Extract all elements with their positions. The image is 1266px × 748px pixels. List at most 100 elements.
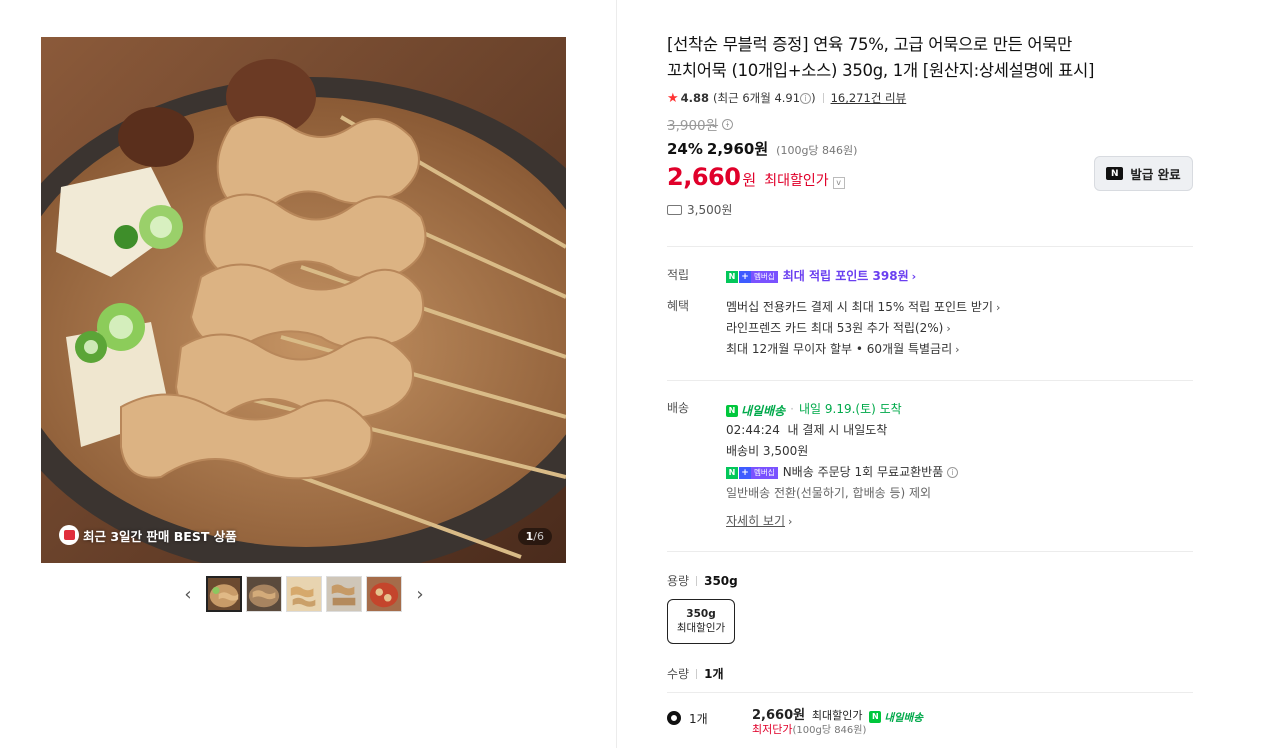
recent-rating-close: ): [811, 91, 816, 105]
column-divider: [616, 0, 617, 748]
naver-plus-membership-badge: N + 멤버십: [726, 466, 778, 479]
membership-badge-text: 멤버십: [751, 270, 778, 283]
naver-logo-icon: N: [1106, 167, 1124, 180]
price-info-icon[interactable]: i: [722, 118, 734, 130]
thumbnail-4[interactable]: [326, 576, 362, 612]
chevron-right-icon: ›: [788, 515, 793, 528]
lowest-unit-label: 최저단가: [752, 723, 793, 736]
perk-item[interactable]: 최대 12개월 무이자 할부 • 60개월 특별금리 ›: [726, 339, 1193, 360]
info-icon[interactable]: i: [947, 467, 959, 478]
capacity-row: 용량 350g: [667, 572, 1193, 589]
rating-row: ★ 4.88 (최근 6개월 4.91 i) 16,271건 리뷰: [667, 90, 1193, 106]
option-box-label: 최대할인가: [676, 622, 726, 634]
thumbnail-3[interactable]: [286, 576, 322, 612]
tomorrow-delivery-text: 내일배송: [741, 403, 786, 418]
rating-value: 4.88: [680, 91, 710, 105]
tomorrow-delivery-badge: N 내일배송: [869, 710, 923, 725]
fishcake-skewer-photo: [41, 37, 566, 563]
chevron-right-icon[interactable]: ›: [412, 576, 428, 612]
chevron-right-icon: ›: [911, 270, 917, 283]
delivery-arrival-row: N 내일배송 · 내일 9.19.(토) 도착: [726, 399, 1193, 420]
perk-text: 최대 12개월 무이자 할부 • 60개월 특별금리: [726, 342, 953, 356]
max-discount-price: 2,660: [667, 163, 741, 191]
delivery-section: 배송 N 내일배송 · 내일 9.19.(토) 도착 02:44:24 내 결제 시 …: [667, 399, 1193, 532]
chevron-left-icon[interactable]: ‹: [180, 576, 196, 612]
membership-badge-text: 멤버십: [751, 466, 778, 479]
option-350g-button[interactable]: 350g 최대할인가: [667, 599, 735, 644]
coupon-button[interactable]: N 발급 완료: [1094, 156, 1193, 191]
unit-price: (100g당 846원): [776, 144, 858, 157]
best-seller-text: 최근 3일간 판매 BEST 상품: [83, 528, 237, 544]
divider: [667, 692, 1193, 693]
quantity-value: 1개: [704, 667, 724, 681]
capacity-value: 350g: [704, 573, 738, 588]
recent-rating: (최근 6개월 4.91: [713, 91, 801, 105]
coupon-button-label: 발급 완료: [1130, 167, 1181, 182]
image-counter-total: /6: [533, 530, 544, 543]
divider: [667, 246, 1193, 247]
exclusion-text: 일반배송 전환(선물하기, 합배송 등) 제외: [726, 486, 932, 500]
perk-text: 라인프렌즈 카드 최대 53원 추가 적립(2%): [726, 321, 944, 335]
chevron-right-icon: ›: [946, 322, 951, 335]
capacity-label: 용량: [667, 574, 690, 588]
image-counter: 1/6: [517, 528, 552, 545]
detail-link[interactable]: 자세히 보기: [726, 514, 785, 528]
option-box-size: 350g: [686, 608, 716, 620]
benefits-section: 적립 N + 멤버십 최대 적립 포인트 398원 ›: [667, 266, 1193, 287]
detail-link-row[interactable]: 자세히 보기 ›: [726, 511, 1193, 532]
product-title-line1: [선착순 무블럭 증정] 연육 75%, 고급 어묵으로 만든 어묵만: [667, 35, 1073, 54]
max-discount-label: 최대할인가: [764, 173, 829, 189]
chevron-right-icon: ›: [995, 301, 1001, 314]
product-title: [선착순 무블럭 증정] 연육 75%, 고급 어묵으로 만든 어묵만 꼬치어묵…: [667, 32, 1193, 84]
dot-separator: ·: [790, 402, 794, 416]
quantity-row: 수량 1개: [667, 665, 1193, 682]
countdown-suffix: 내 결제 시 내일도착: [787, 423, 888, 437]
product-main-image[interactable]: 최근 3일간 판매 BEST 상품 1/6: [41, 37, 566, 563]
gift-icon: [59, 525, 79, 545]
thumbnail-1[interactable]: [206, 576, 242, 612]
truck-icon: [667, 204, 682, 215]
countdown-timer: 02:44:24: [726, 423, 780, 437]
max-discount-currency: 원: [742, 171, 757, 189]
points-text: 최대 적립 포인트 398원: [782, 269, 909, 283]
delivery-label: 배송: [667, 401, 690, 415]
delivery-fee: 배송비 3,500원: [726, 444, 809, 458]
exchange-text: N배송 주문당 1회 무료교환반품: [782, 465, 944, 479]
quantity-label: 수량: [667, 667, 690, 681]
perk-text: 멤버십 전용카드 결제 시 최대 15% 적립 포인트 받기: [726, 300, 993, 314]
product-title-line2: 꼬치어묵 (10개입+소스) 350g, 1개 [원산지:상세설명에 표시]: [667, 61, 1095, 80]
review-count-link[interactable]: 16,271건 리뷰: [831, 90, 907, 106]
chevron-right-icon: ›: [955, 343, 960, 356]
divider: [696, 668, 698, 679]
radio-selected-icon[interactable]: [667, 711, 681, 725]
best-seller-badge: 최근 3일간 판매 BEST 상품: [59, 525, 237, 545]
chevron-down-icon[interactable]: v: [832, 177, 845, 189]
selected-qty: 1개: [689, 712, 708, 726]
star-icon: ★: [667, 90, 679, 106]
points-row[interactable]: N + 멤버십 최대 적립 포인트 398원 ›: [726, 266, 1193, 287]
tomorrow-delivery-text: 내일배송: [884, 711, 923, 724]
countdown-row: 02:44:24 내 결제 시 내일도착: [726, 420, 1193, 441]
selected-option-row[interactable]: 1개 2,660원 최대할인가 N 내일배송 최저단가(100g당 846원): [667, 703, 1193, 743]
lowest-unit-price: (100g당 846원): [792, 725, 867, 736]
sale-price: 2,960원: [706, 140, 769, 158]
perk-item[interactable]: 멤버십 전용카드 결제 시 최대 15% 적립 포인트 받기 ›: [726, 297, 1193, 318]
perks-section: 혜택 멤버십 전용카드 결제 시 최대 15% 적립 포인트 받기 › 라인프렌즈…: [667, 297, 1193, 360]
divider: [667, 551, 1193, 552]
divider: [822, 93, 824, 103]
points-label: 적립: [667, 268, 690, 282]
discount-rate: 24%: [667, 140, 703, 158]
perk-item[interactable]: 라인프렌즈 카드 최대 53원 추가 적립(2%) ›: [726, 318, 1193, 339]
original-price: 3,900원 i: [667, 114, 1193, 134]
thumbnail-5[interactable]: [366, 576, 402, 612]
shipping-fee: 3,500원: [687, 203, 733, 217]
info-icon[interactable]: i: [800, 92, 812, 104]
arrival-date: 내일 9.19.(토) 도착: [799, 402, 902, 416]
thumbnail-2[interactable]: [246, 576, 282, 612]
naver-plus-membership-badge: N + 멤버십: [726, 270, 778, 283]
lowest-unit-row: 최저단가(100g당 846원): [752, 721, 866, 737]
thumbnail-strip: ‹ ›: [180, 576, 428, 612]
shipping-fee-row: 3,500원: [667, 201, 1193, 218]
divider: [667, 380, 1193, 381]
exchange-row: N + 멤버십 N배송 주문당 1회 무료교환반품 i: [726, 462, 1193, 483]
